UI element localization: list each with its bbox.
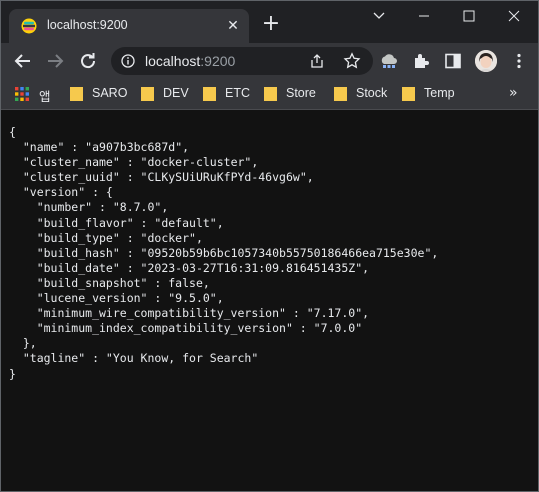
bookmark-folder-store[interactable]: Store [264, 85, 324, 103]
folder-icon [203, 87, 216, 101]
star-icon[interactable] [343, 52, 361, 70]
puzzle-icon[interactable] [411, 51, 431, 71]
reload-icon[interactable] [76, 49, 100, 73]
info-icon[interactable] [121, 54, 135, 68]
avatar[interactable] [475, 50, 497, 72]
bookmark-label: SARO [92, 86, 128, 100]
bookmark-label: ETC [225, 86, 250, 100]
page-content: { "name" : "a907b3bc687d", "cluster_name… [1, 110, 538, 491]
elasticsearch-icon [21, 18, 37, 34]
bookmark-folder-dev[interactable]: DEV [141, 85, 196, 103]
json-version-number: 8.7.0 [119, 200, 155, 215]
address-bar[interactable]: localhost:9200 [111, 47, 373, 75]
json-build-hash: 09520b59b6bc1057340b55750186466ea715e30e [147, 245, 425, 260]
toolbar: localhost:9200 [1, 43, 538, 79]
apps-grid-icon [15, 87, 29, 101]
menu-dots-icon[interactable] [509, 51, 529, 71]
bookmark-label: Temp [424, 86, 455, 100]
json-min-index-version: 7.0.0 [320, 321, 356, 336]
maximize-button[interactable] [447, 1, 491, 31]
bookmark-label: Store [286, 86, 316, 100]
json-build-type: docker [147, 230, 190, 245]
json-build-flavor: default [161, 215, 210, 230]
back-arrow-icon[interactable] [11, 49, 35, 73]
bookmark-folder-saro[interactable]: SARO [70, 85, 130, 103]
bookmark-label: DEV [163, 86, 189, 100]
tab-active[interactable]: localhost:9200 ✕ [9, 9, 249, 43]
json-lucene-version: 9.5.0 [175, 291, 210, 306]
json-build-snapshot: false [168, 275, 203, 290]
tab-title: localhost:9200 [47, 18, 128, 32]
folder-icon [334, 87, 347, 101]
bookmark-apps-label: 앱 [39, 90, 51, 104]
folder-icon [264, 87, 277, 101]
bookmark-folder-stock[interactable]: Stock [334, 85, 394, 103]
json-cluster-name: docker-cluster [147, 155, 245, 170]
json-name: a907b3bc687d [92, 140, 176, 155]
url-port: :9200 [200, 53, 236, 69]
bookmark-folder-etc[interactable]: ETC [203, 85, 253, 103]
bookmarks-overflow-button[interactable]: » [509, 85, 518, 101]
bookmarks-bar: 앱 SARO DEV ETC Store Stock Temp » [1, 79, 538, 110]
close-icon[interactable]: ✕ [225, 18, 241, 34]
bookmark-label: Stock [356, 86, 388, 100]
folder-icon [70, 87, 83, 101]
new-tab-button[interactable]: + [261, 13, 281, 35]
share-icon[interactable] [309, 53, 325, 69]
json-min-wire-version: 7.17.0 [313, 306, 356, 321]
bookmark-folder-temp[interactable]: Temp [402, 85, 462, 103]
bookmark-apps[interactable]: 앱 [15, 85, 55, 104]
url-text: localhost:9200 [145, 53, 235, 69]
folder-icon [141, 87, 154, 101]
chevron-down-icon[interactable] [357, 1, 401, 31]
json-build-date: 2023-03-27T16:31:09.816451435Z [147, 260, 356, 275]
forward-arrow-icon[interactable] [43, 49, 67, 73]
json-tagline: You Know, for Search [112, 351, 252, 366]
close-window-button[interactable] [492, 1, 536, 31]
browser-window: localhost:9200 ✕ + localhost:9200 앱 SARO… [0, 0, 539, 492]
json-response: { "name" : "a907b3bc687d", "cluster_name… [9, 125, 439, 381]
extension-cloud-icon[interactable] [379, 51, 399, 71]
folder-icon [402, 87, 415, 101]
tab-strip: localhost:9200 ✕ + [1, 1, 538, 43]
json-cluster-uuid: CLKySUiURuKfPYd-46vg6w [147, 170, 300, 185]
minimize-button[interactable] [402, 1, 446, 31]
url-host: localhost [145, 53, 201, 69]
side-panel-icon[interactable] [443, 51, 463, 71]
